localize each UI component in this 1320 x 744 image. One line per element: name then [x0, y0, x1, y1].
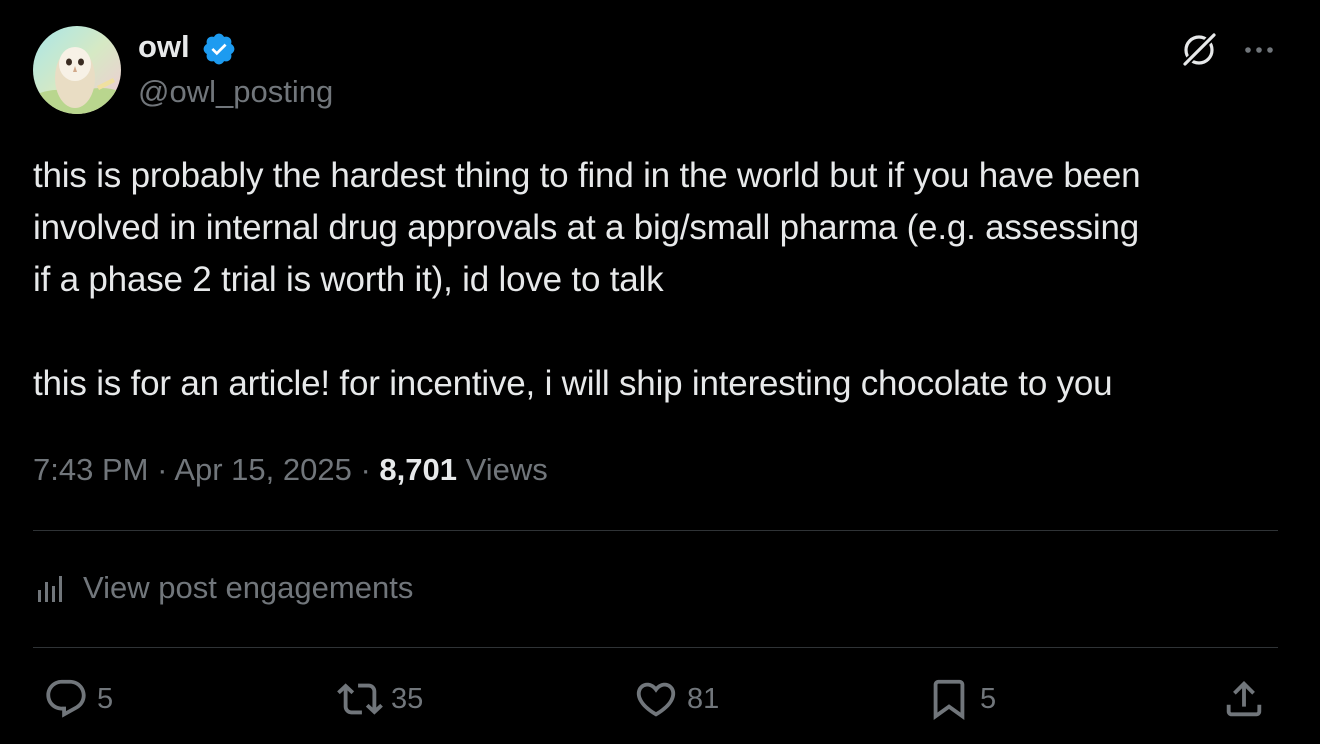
views-label: Views: [465, 452, 548, 487]
bar-chart-icon: [38, 576, 62, 602]
post-date[interactable]: Apr 15, 2025: [174, 452, 352, 487]
repost-button[interactable]: 35: [337, 676, 423, 722]
meta-separator: ·: [157, 452, 168, 487]
heart-icon: [636, 682, 676, 717]
more-icon[interactable]: [1239, 30, 1279, 70]
bookmark-icon: [933, 679, 965, 720]
verified-badge-icon[interactable]: [201, 31, 237, 67]
display-name[interactable]: owl: [138, 28, 190, 66]
repost-icon: [337, 683, 383, 715]
post-time[interactable]: 7:43 PM: [33, 452, 148, 487]
owl-avatar-image: [33, 26, 121, 114]
divider: [33, 530, 1278, 531]
repost-count: 35: [391, 682, 424, 715]
post-meta: 7:43 PM · Apr 15, 2025 · 8,701 Views: [33, 450, 548, 490]
share-icon: [1226, 680, 1262, 717]
user-handle[interactable]: @owl_posting: [138, 73, 333, 111]
post: owl @owl_posting this is probably the ha…: [33, 0, 1278, 744]
views-count: 8,701: [379, 452, 457, 487]
avatar[interactable]: [33, 26, 121, 114]
post-text: this is probably the hardest thing to fi…: [33, 156, 1141, 403]
reply-icon: [46, 679, 86, 718]
share-button[interactable]: [1221, 676, 1267, 722]
bookmark-button[interactable]: 5: [926, 676, 996, 722]
reply-count: 5: [97, 682, 114, 715]
divider: [33, 647, 1278, 648]
reply-button[interactable]: 5: [43, 676, 113, 722]
bookmark-count: 5: [980, 682, 997, 715]
like-button[interactable]: 81: [633, 676, 719, 722]
like-count: 81: [687, 682, 720, 715]
meta-separator: ·: [360, 452, 371, 487]
view-engagements-label: View post engagements: [83, 570, 414, 605]
view-engagements-link[interactable]: View post engagements: [33, 565, 413, 611]
grok-icon[interactable]: [1177, 28, 1221, 72]
